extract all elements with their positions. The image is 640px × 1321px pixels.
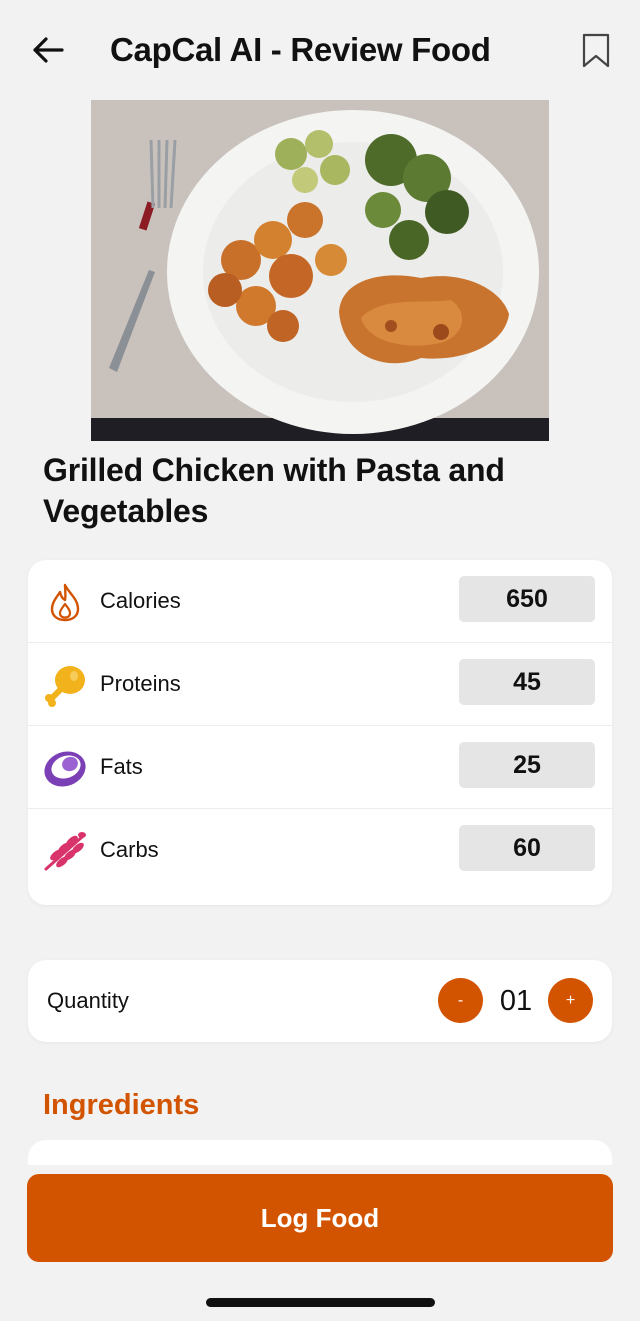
- page-title: CapCal AI - Review Food: [110, 31, 491, 68]
- quantity-decrease-button[interactable]: -: [438, 978, 483, 1023]
- minus-icon: -: [457, 991, 464, 1009]
- food-name: Grilled Chicken with Pasta and Vegetable…: [43, 452, 505, 529]
- plus-icon: +: [565, 991, 576, 1009]
- wheat-icon: [42, 828, 88, 874]
- arrow-left-icon: [33, 37, 64, 63]
- avocado-icon: [42, 745, 88, 791]
- flame-icon: [42, 579, 88, 625]
- quantity-label: Quantity: [47, 988, 129, 1013]
- back-button[interactable]: [28, 30, 68, 70]
- carbs-value-field[interactable]: 60: [459, 825, 595, 871]
- nutrition-row-carbs: Carbs 60: [28, 809, 612, 891]
- proteins-label: Proteins: [100, 671, 181, 696]
- nutrition-card: Calories 650 Proteins 45 Fats 25 Carbs 6…: [28, 560, 612, 905]
- food-photo: [91, 100, 549, 441]
- quantity-card: Quantity - 01 +: [28, 960, 612, 1042]
- proteins-value-field[interactable]: 45: [459, 659, 595, 705]
- nutrition-row-proteins: Proteins 45: [28, 643, 612, 726]
- carbs-label: Carbs: [100, 837, 159, 862]
- bookmark-button[interactable]: [576, 30, 616, 72]
- calories-value-field[interactable]: 650: [459, 576, 595, 622]
- fats-label: Fats: [100, 754, 143, 779]
- bookmark-icon: [582, 33, 610, 68]
- header: CapCal AI - Review Food: [0, 0, 640, 100]
- quantity-increase-button[interactable]: +: [548, 978, 593, 1023]
- ingredients-heading: Ingredients: [43, 1089, 200, 1121]
- calories-label: Calories: [100, 588, 181, 613]
- fats-value-field[interactable]: 25: [459, 742, 595, 788]
- nutrition-row-fats: Fats 25: [28, 726, 612, 809]
- log-food-button[interactable]: Log Food: [27, 1174, 613, 1262]
- home-indicator: [206, 1298, 435, 1307]
- nutrition-row-calories: Calories 650: [28, 560, 612, 643]
- drumstick-icon: [42, 662, 88, 708]
- quantity-value: 01: [499, 985, 533, 1017]
